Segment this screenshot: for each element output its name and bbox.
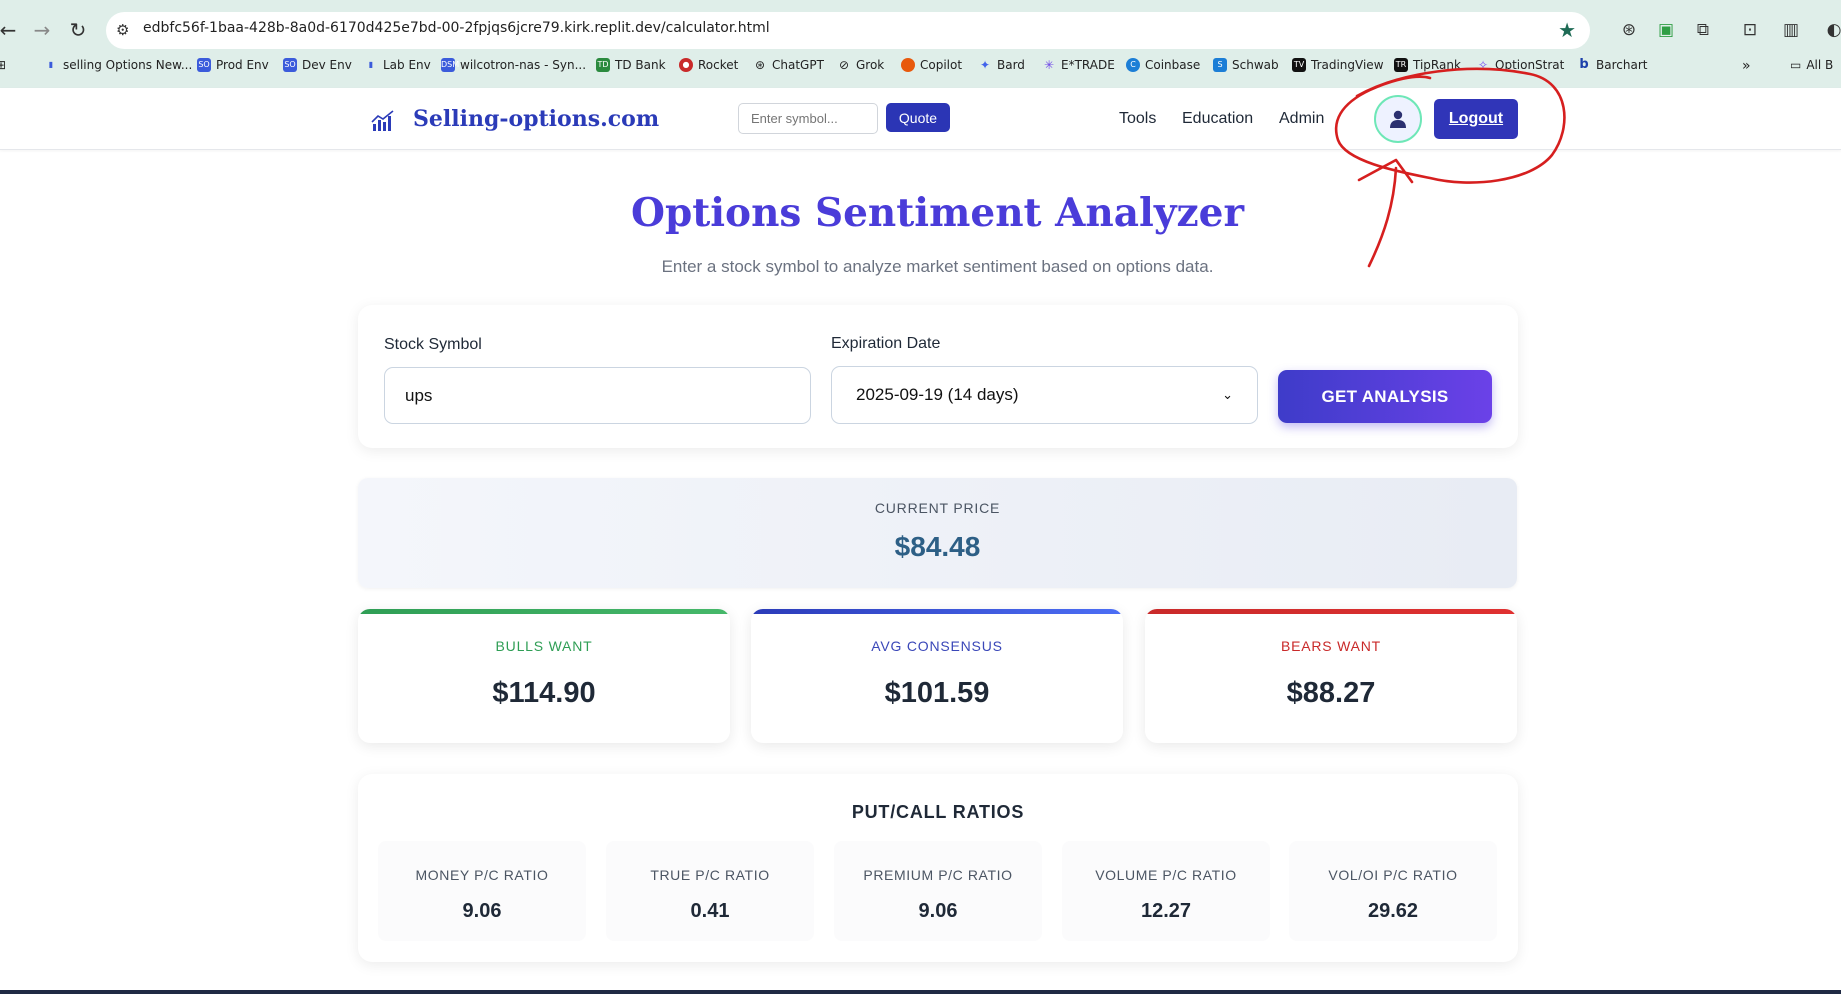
extension-openai-icon[interactable]: ⊛ [1617, 18, 1641, 42]
avg-consensus-value: $101.59 [884, 677, 990, 709]
nav-admin[interactable]: Admin [1279, 110, 1324, 128]
ratio-vol-oi: VOL/OI P/C RATIO 29.62 [1289, 841, 1497, 941]
nav-tools[interactable]: Tools [1119, 110, 1156, 128]
bookmark-item[interactable]: DSM wilcotron-nas - Syn... [441, 58, 586, 72]
bookmark-item[interactable]: ▮ selling Options New... [44, 58, 193, 72]
bookmark-item[interactable]: ✧ OptionStrat [1476, 58, 1564, 72]
reading-list-icon[interactable]: ▥ [1779, 18, 1803, 42]
ratio-label: PREMIUM P/C RATIO [863, 867, 1013, 883]
extensions-puzzle-icon[interactable]: ⧉ [1691, 18, 1715, 42]
symbol-search-input[interactable] [738, 103, 878, 134]
bookmark-star-icon[interactable]: ★ [1558, 18, 1576, 42]
ratio-label: TRUE P/C RATIO [650, 867, 770, 883]
bookmark-item[interactable]: ● Rocket [679, 58, 738, 72]
bears-want-value: $88.27 [1286, 677, 1376, 709]
bears-want-card: BEARS WANT $88.27 [1145, 609, 1517, 743]
search-tab-icon[interactable]: ⊡ [1738, 18, 1762, 42]
more-bookmarks-icon[interactable]: » [1742, 58, 1751, 74]
bookmark-item[interactable]: SO Dev Env [283, 58, 352, 72]
bookmark-item[interactable]: C Coinbase [1126, 58, 1200, 72]
ratio-volume: VOLUME P/C RATIO 12.27 [1062, 841, 1270, 941]
all-bookmarks[interactable]: ▭ All B [1790, 58, 1833, 72]
expiration-date-label: Expiration Date [831, 335, 941, 352]
current-price-label: CURRENT PRICE [874, 500, 1001, 516]
annotation-arrow-head [1357, 158, 1414, 184]
site-header: Selling-options.com Quote Tools Educatio… [0, 88, 1841, 150]
stock-symbol-input[interactable] [384, 367, 811, 424]
address-bar[interactable]: ⚙ edbfc56f-1baa-428b-8a0d-6170d425e7bd-0… [106, 12, 1590, 49]
bulls-want-value: $114.90 [492, 677, 596, 709]
card-accent-bar [751, 609, 1123, 614]
user-avatar-button[interactable] [1374, 95, 1422, 143]
stock-symbol-label: Stock Symbol [384, 336, 482, 353]
expiration-date-select[interactable]: 2025-09-19 (14 days) ⌄ [831, 366, 1258, 424]
ratio-label: VOL/OI P/C RATIO [1328, 867, 1458, 883]
avg-consensus-label: AVG CONSENSUS [871, 638, 1003, 654]
bulls-want-card: BULLS WANT $114.90 [358, 609, 730, 743]
back-icon[interactable]: ← [0, 16, 22, 44]
bookmark-item[interactable]: TV TradingView [1292, 58, 1384, 72]
ratio-true: TRUE P/C RATIO 0.41 [606, 841, 814, 941]
ratio-premium: PREMIUM P/C RATIO 9.06 [834, 841, 1042, 941]
bookmark-item[interactable]: ▮ Lab Env [364, 58, 431, 72]
current-price-value: $84.48 [894, 531, 981, 562]
get-analysis-button[interactable]: GET ANALYSIS [1278, 370, 1492, 423]
bookmark-item[interactable]: SO Prod Env [197, 58, 269, 72]
page-subtitle: Enter a stock symbol to analyze market s… [661, 257, 1214, 276]
extension-green-icon[interactable]: ▣ [1654, 18, 1678, 42]
put-call-ratios-title: PUT/CALL RATIOS [851, 802, 1025, 822]
bookmark-item[interactable]: TD TD Bank [596, 58, 666, 72]
bookmark-item[interactable]: ⊛ ChatGPT [753, 58, 824, 72]
taskbar-edge [0, 990, 1841, 994]
profile-icon[interactable]: ◐ [1822, 18, 1841, 42]
bookmark-item[interactable]: ⊘ Grok [837, 58, 884, 72]
apps-grid-icon[interactable]: ⊞ [0, 58, 6, 72]
forward-icon[interactable]: → [28, 16, 56, 44]
avg-consensus-card: AVG CONSENSUS $101.59 [751, 609, 1123, 743]
expiration-date-value: 2025-09-19 (14 days) [856, 385, 1019, 404]
bookmark-item[interactable]: ✦ Bard [978, 58, 1025, 72]
chart-logo-icon [371, 110, 394, 131]
bookmark-item[interactable]: TR TipRank [1394, 58, 1461, 72]
chevron-down-icon: ⌄ [1222, 387, 1233, 402]
site-settings-icon[interactable]: ⚙ [116, 21, 129, 39]
address-row: ← → ↻ ⚙ edbfc56f-1baa-428b-8a0d-6170d425… [0, 8, 1841, 52]
ratio-value: 9.06 [918, 900, 958, 922]
bookmark-item[interactable]: ✳ E*TRADE [1042, 58, 1115, 72]
user-icon [1390, 110, 1406, 128]
ratio-value: 0.41 [690, 900, 730, 922]
brand-link[interactable]: Selling-options.com [413, 106, 659, 132]
card-accent-bar [1145, 609, 1517, 614]
bulls-want-label: BULLS WANT [495, 638, 593, 654]
ratio-value: 29.62 [1367, 900, 1419, 922]
bookmark-item[interactable]: Copilot [901, 58, 962, 72]
put-call-ratios-card: PUT/CALL RATIOS MONEY P/C RATIO 9.06 TRU… [358, 774, 1518, 962]
folder-icon: ▭ [1790, 58, 1802, 72]
logout-button[interactable]: Logout [1434, 99, 1518, 139]
ratio-label: VOLUME P/C RATIO [1095, 867, 1237, 883]
bookmarks-bar: ⊞ ▮ selling Options New... SO Prod Env SO D… [0, 56, 1841, 80]
url-text: edbfc56f-1baa-428b-8a0d-6170d425e7bd-00-… [143, 20, 770, 36]
bookmark-item[interactable]: b Barchart [1577, 58, 1647, 73]
page-title: Options Sentiment Analyzer [630, 190, 1245, 236]
ratio-money: MONEY P/C RATIO 9.06 [378, 841, 586, 941]
bears-want-label: BEARS WANT [1280, 638, 1382, 654]
quote-button[interactable]: Quote [886, 103, 950, 132]
ratio-label: MONEY P/C RATIO [415, 867, 549, 883]
ratio-value: 9.06 [462, 900, 502, 922]
nav-education[interactable]: Education [1182, 110, 1253, 128]
current-price-panel: CURRENT PRICE $84.48 [358, 478, 1517, 588]
card-accent-bar [358, 609, 730, 614]
ratio-value: 12.27 [1140, 900, 1192, 922]
bookmark-item[interactable]: S Schwab [1213, 58, 1279, 72]
reload-icon[interactable]: ↻ [64, 16, 92, 44]
browser-chrome: ← → ↻ ⚙ edbfc56f-1baa-428b-8a0d-6170d425… [0, 0, 1841, 88]
analysis-form: Stock Symbol Expiration Date 2025-09-19 … [358, 305, 1518, 448]
